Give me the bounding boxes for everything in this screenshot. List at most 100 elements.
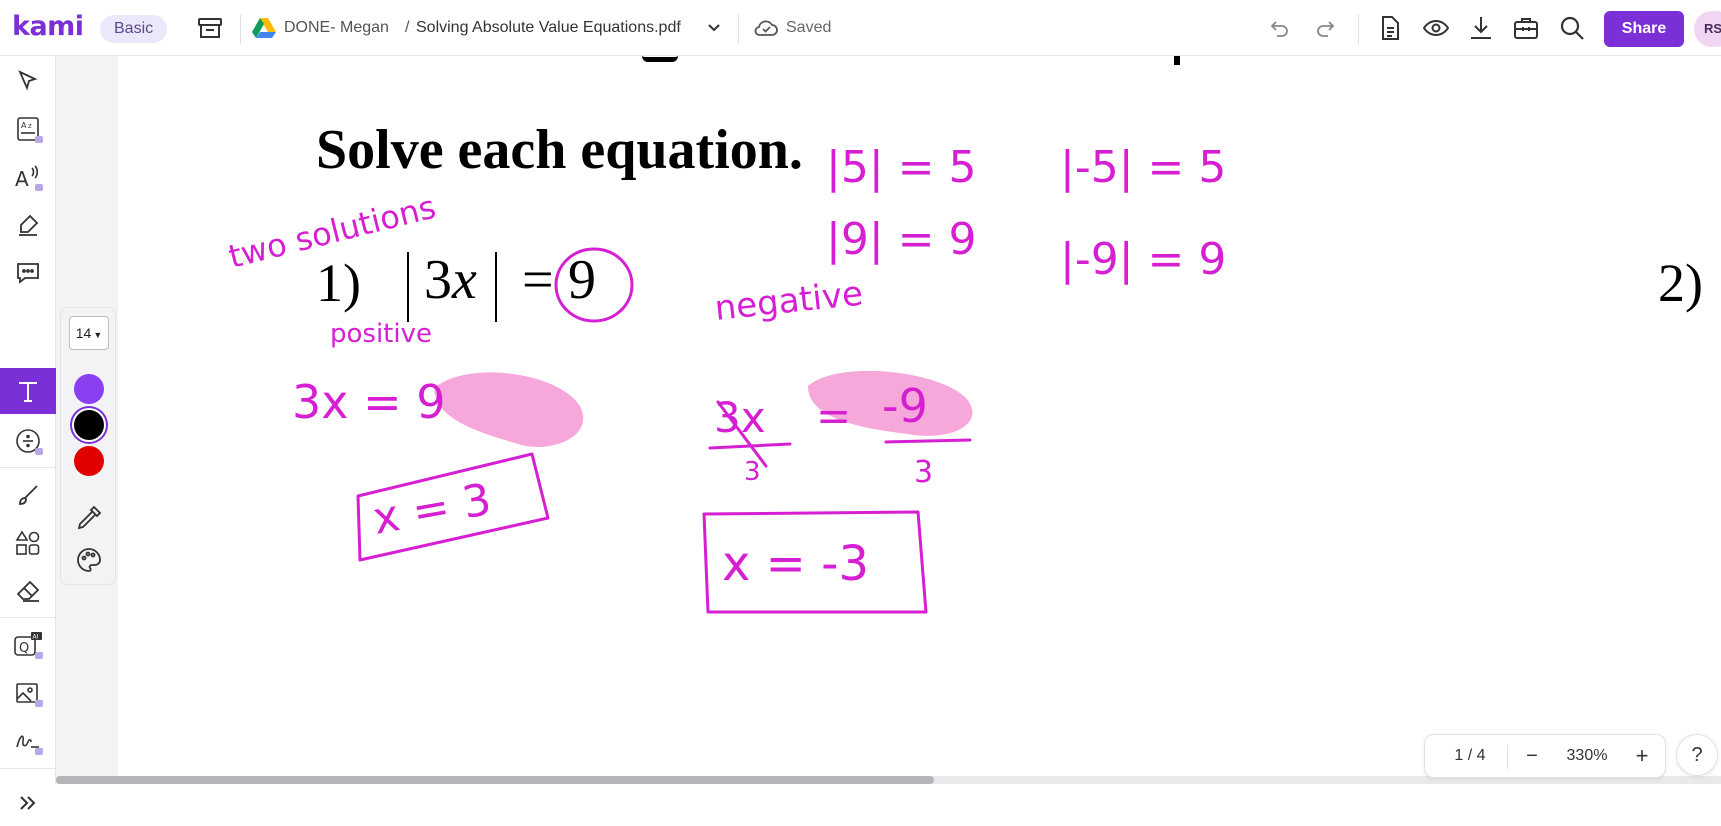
cancel-stroke xyxy=(716,400,768,468)
page-indicator[interactable]: 1 / 4 xyxy=(1435,735,1505,777)
zoom-in-button[interactable]: + xyxy=(1625,735,1659,777)
problem-2-number: 2) xyxy=(1658,253,1703,313)
user-avatar[interactable]: RS xyxy=(1694,11,1721,47)
toolbar-divider xyxy=(738,14,739,44)
redo-icon[interactable] xyxy=(1311,14,1339,42)
toolbox-icon[interactable] xyxy=(1512,14,1540,42)
brush-icon xyxy=(19,485,38,505)
left-toolbar: Az A Q AI xyxy=(0,56,56,810)
shapes-icon xyxy=(15,530,40,555)
zoom-level[interactable]: 330% xyxy=(1551,735,1623,777)
share-button[interactable]: Share xyxy=(1604,11,1684,47)
read-aloud-tool[interactable]: A xyxy=(0,154,56,200)
chevron-double-right-icon xyxy=(20,796,36,810)
highlighter-icon xyxy=(19,214,39,236)
ai-question-tool[interactable]: Q AI xyxy=(0,622,56,668)
hw-abs-example: |5| = 5 xyxy=(826,142,976,193)
svg-text:Q: Q xyxy=(19,641,29,656)
eyedropper-icon[interactable] xyxy=(75,504,103,537)
eye-icon[interactable] xyxy=(1422,14,1450,42)
svg-text:A: A xyxy=(15,167,29,190)
lock-icon xyxy=(35,184,43,191)
problem-1-rhs: 9 xyxy=(568,249,596,311)
text-icon xyxy=(19,382,37,402)
image-tool[interactable] xyxy=(0,670,56,716)
svg-text:AI: AI xyxy=(33,634,39,641)
hw-abs-example: |-9| = 9 xyxy=(1060,234,1226,285)
highlight-stroke xyxy=(808,370,973,436)
expand-toolbar[interactable] xyxy=(0,780,56,826)
chevron-down-icon[interactable] xyxy=(700,14,728,42)
controls-divider xyxy=(1507,745,1508,769)
plan-badge[interactable]: Basic xyxy=(100,15,168,43)
color-swatch-purple[interactable] xyxy=(74,374,104,404)
breadcrumb-separator: / xyxy=(405,19,410,36)
search-icon[interactable] xyxy=(1558,14,1586,42)
pdf-page[interactable]: Solve each equation. 1) 3x = 9 2) two so… xyxy=(118,56,1721,776)
saved-status: Saved xyxy=(786,19,832,36)
answer-box-positive xyxy=(356,452,550,562)
color-swatch-black[interactable] xyxy=(74,410,104,440)
document-viewport[interactable]: Solve each equation. 1) 3x = 9 2) two so… xyxy=(56,56,1721,776)
scrollbar-thumb[interactable] xyxy=(56,776,934,784)
toolbar-divider xyxy=(1358,14,1359,44)
signature-tool[interactable] xyxy=(0,718,56,764)
document-icon[interactable] xyxy=(1376,14,1404,42)
hw-negative-lhs: 3x xyxy=(714,393,766,442)
problem-1-number: 1) xyxy=(316,253,361,313)
lock-icon xyxy=(35,700,43,707)
text-tool[interactable] xyxy=(0,368,56,414)
problem-1-expression: 3x xyxy=(424,249,477,311)
cropped-text-fragment xyxy=(642,56,678,62)
toolbar-separator xyxy=(0,768,56,769)
select-tool[interactable] xyxy=(0,58,56,104)
hw-negative-rhs: -9 xyxy=(882,379,928,433)
undo-icon[interactable] xyxy=(1266,14,1294,42)
caret-down-icon: ▼ xyxy=(93,330,103,340)
lock-icon xyxy=(35,652,43,659)
dictionary-tool[interactable]: Az xyxy=(0,106,56,152)
markup-tool[interactable] xyxy=(0,202,56,248)
zoom-out-button[interactable]: − xyxy=(1515,735,1549,777)
lock-icon xyxy=(35,448,43,455)
problem-1-equals: = xyxy=(522,249,554,311)
eraser-tool[interactable] xyxy=(0,568,56,614)
hw-abs-example: |-5| = 5 xyxy=(1060,142,1226,193)
font-size-select[interactable]: 14 ▼ xyxy=(69,316,109,350)
toolbar-separator xyxy=(0,617,56,618)
archive-icon[interactable] xyxy=(196,14,224,42)
hw-negative-divisor-left: 3 xyxy=(744,457,761,487)
abs-bar-right xyxy=(495,252,497,322)
toolbar-separator xyxy=(0,467,56,468)
comment-icon xyxy=(17,263,39,284)
highlight-stroke xyxy=(434,372,584,447)
lock-icon xyxy=(35,748,43,755)
download-icon[interactable] xyxy=(1467,14,1495,42)
cropped-text-fragment xyxy=(1174,56,1180,65)
hw-positive-answer: x = 3 xyxy=(369,474,495,545)
cloud-check-icon xyxy=(752,14,780,42)
hw-positive-equation: 3x = 9 xyxy=(292,375,446,429)
breadcrumb-file[interactable]: Solving Absolute Value Equations.pdf xyxy=(416,19,681,37)
color-swatch-red[interactable] xyxy=(74,446,104,476)
shapes-tool[interactable] xyxy=(0,520,56,566)
breadcrumb-folder[interactable]: DONE- Megan xyxy=(284,19,389,37)
hw-abs-example: |9| = 9 xyxy=(826,214,976,265)
svg-text:A: A xyxy=(21,121,27,130)
hw-negative-divisor-right: 3 xyxy=(914,455,933,490)
draw-tool[interactable] xyxy=(0,472,56,518)
top-bar: kami Basic DONE- Megan / Solving Absolut… xyxy=(0,0,1721,56)
kami-logo[interactable]: kami xyxy=(12,11,84,42)
google-drive-icon xyxy=(250,14,278,42)
cursor-icon xyxy=(18,70,38,91)
help-button[interactable]: ? xyxy=(1676,734,1718,776)
comment-tool[interactable] xyxy=(0,250,56,296)
hw-negative-answer: x = -3 xyxy=(722,536,869,592)
fraction-line xyxy=(884,438,972,444)
eraser-icon xyxy=(16,580,40,602)
palette-icon[interactable] xyxy=(75,546,103,579)
toolbar-divider xyxy=(240,14,241,44)
hw-positive-label: positive xyxy=(330,319,432,349)
svg-text:z: z xyxy=(28,122,32,130)
equation-tool[interactable] xyxy=(0,418,56,464)
